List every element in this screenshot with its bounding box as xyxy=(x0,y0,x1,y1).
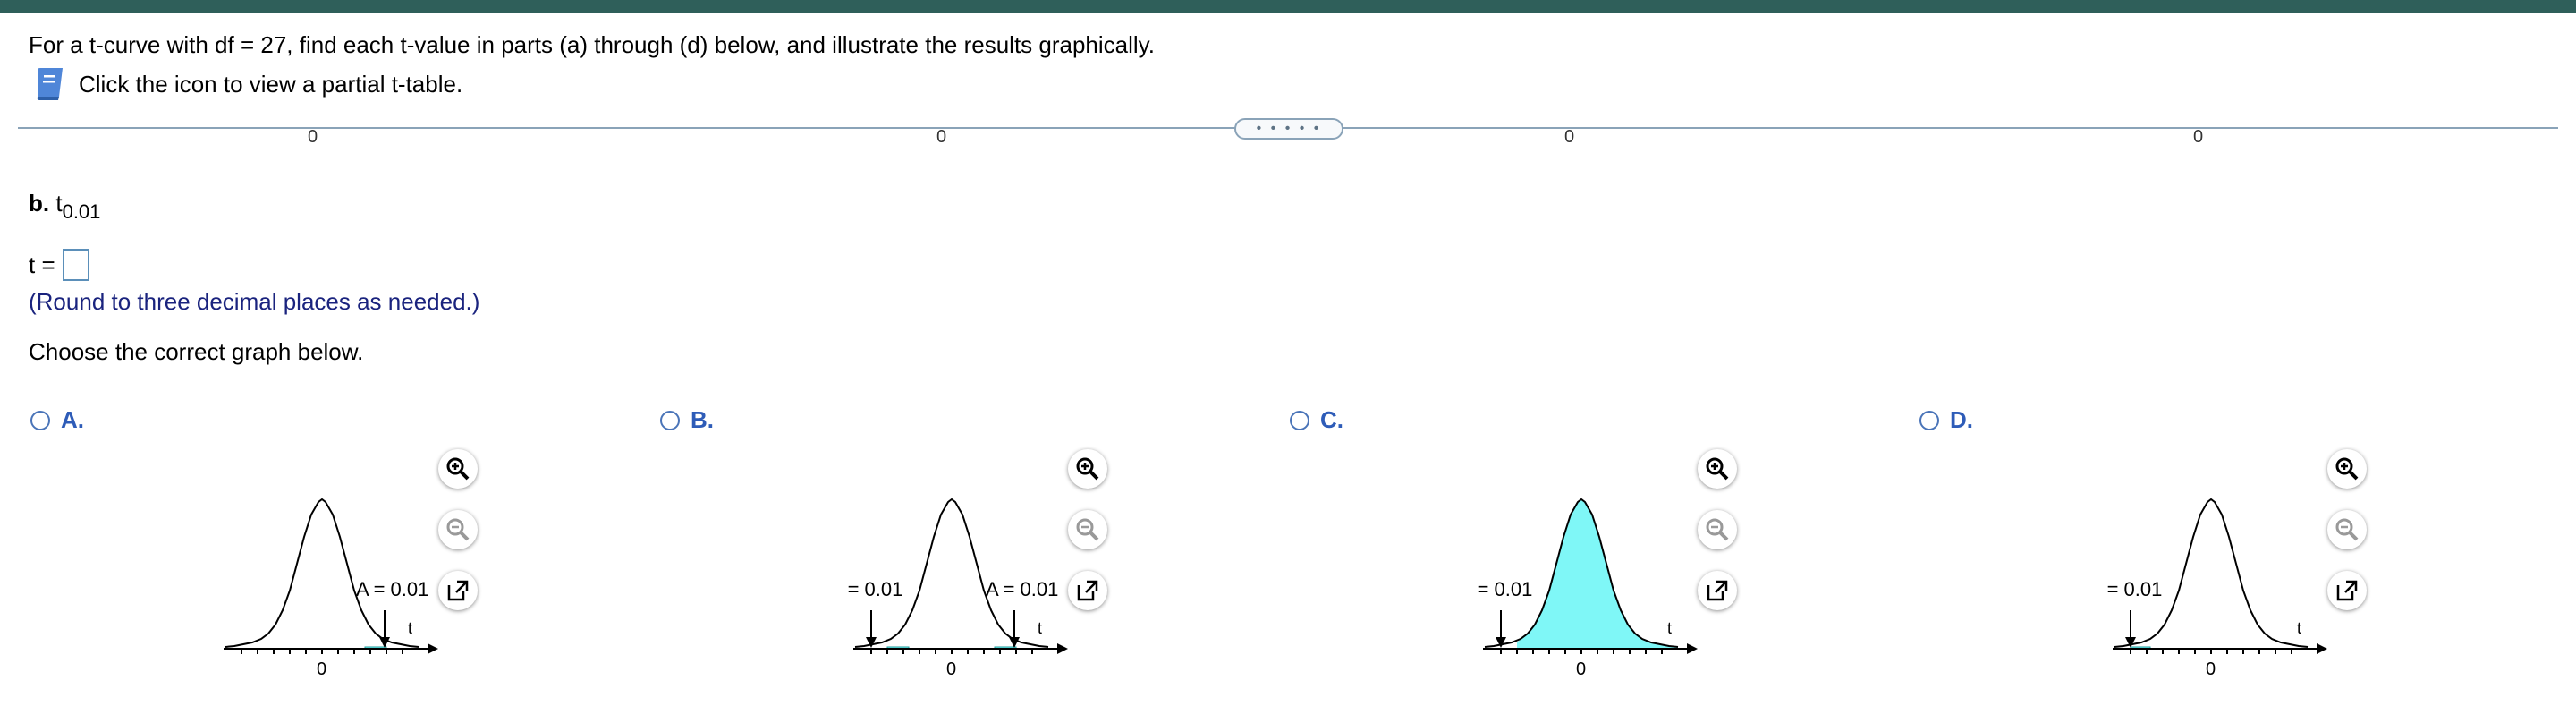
option-c-letter: C. xyxy=(1320,406,1343,433)
zoom-out-icon xyxy=(446,518,470,541)
right-pointer-arrowhead xyxy=(1009,637,1020,648)
graph-d: A = 0.01 t 0 xyxy=(2104,498,2327,679)
axis-arrowhead xyxy=(1057,643,1068,654)
clipped-axis-label: 0 xyxy=(2193,127,2204,147)
zoom-in-button-b[interactable] xyxy=(1068,449,1107,489)
axis-label: t xyxy=(2297,619,2301,637)
option-c[interactable]: C. xyxy=(1290,406,1343,434)
popout-button-a[interactable] xyxy=(438,571,478,610)
graph-b: A = 0.01 A = 0.01 t 0 xyxy=(844,498,1068,679)
zero-label: 0 xyxy=(317,659,326,679)
zero-label: 0 xyxy=(1576,659,1586,679)
option-a[interactable]: A. xyxy=(30,406,84,434)
popout-icon xyxy=(447,580,469,601)
zoom-in-icon xyxy=(1076,457,1099,481)
zoom-in-button-c[interactable] xyxy=(1698,449,1737,489)
popout-button-c[interactable] xyxy=(1698,571,1737,610)
zoom-out-button-d[interactable] xyxy=(2327,510,2367,549)
area-label: A = 0.01 xyxy=(356,578,428,600)
axis-label: t xyxy=(408,619,412,637)
ttable-row: Click the icon to view a partial t-table… xyxy=(32,66,462,102)
axis-arrowhead xyxy=(1687,643,1698,654)
zero-label: 0 xyxy=(946,659,956,679)
top-bar xyxy=(0,0,2576,13)
t-answer-input[interactable] xyxy=(62,249,89,281)
axis-arrowhead xyxy=(2317,643,2327,654)
question-text: For a t-curve with df = 27, find each t-… xyxy=(29,31,1155,58)
zero-label: 0 xyxy=(2206,659,2216,679)
graph-c: A = 0.01 t 0 xyxy=(1474,498,1698,679)
zoom-in-icon xyxy=(2335,457,2359,481)
axis-label: t xyxy=(1038,619,1042,637)
divider-handle[interactable]: • • • • • xyxy=(1234,118,1343,140)
zoom-out-icon xyxy=(1706,518,1729,541)
popout-icon xyxy=(1077,580,1098,601)
option-c-radio[interactable] xyxy=(1290,410,1309,430)
zoom-in-button-d[interactable] xyxy=(2327,449,2367,489)
option-a-letter: A. xyxy=(61,406,84,433)
clipped-axis-label: 0 xyxy=(1564,127,1575,147)
zoom-in-icon xyxy=(446,457,470,481)
book-icon[interactable] xyxy=(32,66,66,102)
t-symbol: t xyxy=(55,190,63,217)
axis-label: t xyxy=(1667,619,1672,637)
shaded-main-area xyxy=(1517,499,1678,649)
zoom-out-button-a[interactable] xyxy=(438,510,478,549)
option-d-radio[interactable] xyxy=(1919,410,1939,430)
popout-icon xyxy=(1707,580,1728,601)
rounding-hint: (Round to three decimal places as needed… xyxy=(29,288,480,315)
t-subscript: 0.01 xyxy=(62,200,101,223)
part-b-prefix: b. xyxy=(29,190,50,217)
area-label: A = 0.01 xyxy=(2104,578,2162,600)
option-d[interactable]: D. xyxy=(1919,406,1973,434)
graph-a: A = 0.01 t 0 xyxy=(224,498,438,679)
clipped-axis-label: 0 xyxy=(308,127,318,147)
area-pointer-arrowhead xyxy=(379,637,390,648)
option-a-radio[interactable] xyxy=(30,410,50,430)
clipped-axis-label: 0 xyxy=(936,127,947,147)
popout-button-d[interactable] xyxy=(2327,571,2367,610)
zoom-out-icon xyxy=(2335,518,2359,541)
zoom-in-button-a[interactable] xyxy=(438,449,478,489)
t-curve xyxy=(854,498,1049,648)
zoom-in-icon xyxy=(1706,457,1729,481)
popout-icon xyxy=(2336,580,2358,601)
right-area-label: A = 0.01 xyxy=(986,578,1058,600)
answer-row: t = xyxy=(29,249,89,281)
popout-button-b[interactable] xyxy=(1068,571,1107,610)
ttable-link-text[interactable]: Click the icon to view a partial t-table… xyxy=(79,71,462,98)
option-b-radio[interactable] xyxy=(660,410,680,430)
zoom-out-button-b[interactable] xyxy=(1068,510,1107,549)
left-area-label: A = 0.01 xyxy=(844,578,902,600)
axis-arrowhead xyxy=(428,643,438,654)
answer-label: t = xyxy=(29,251,55,278)
option-d-letter: D. xyxy=(1950,406,1973,433)
t-curve xyxy=(225,498,419,648)
option-b-letter: B. xyxy=(691,406,714,433)
t-curve xyxy=(2114,498,2309,648)
zoom-out-icon xyxy=(1076,518,1099,541)
choose-graph-prompt: Choose the correct graph below. xyxy=(29,338,364,365)
option-b[interactable]: B. xyxy=(660,406,714,434)
zoom-out-button-c[interactable] xyxy=(1698,510,1737,549)
area-label: A = 0.01 xyxy=(1474,578,1532,600)
part-b-label: b. t0.01 xyxy=(29,190,100,224)
